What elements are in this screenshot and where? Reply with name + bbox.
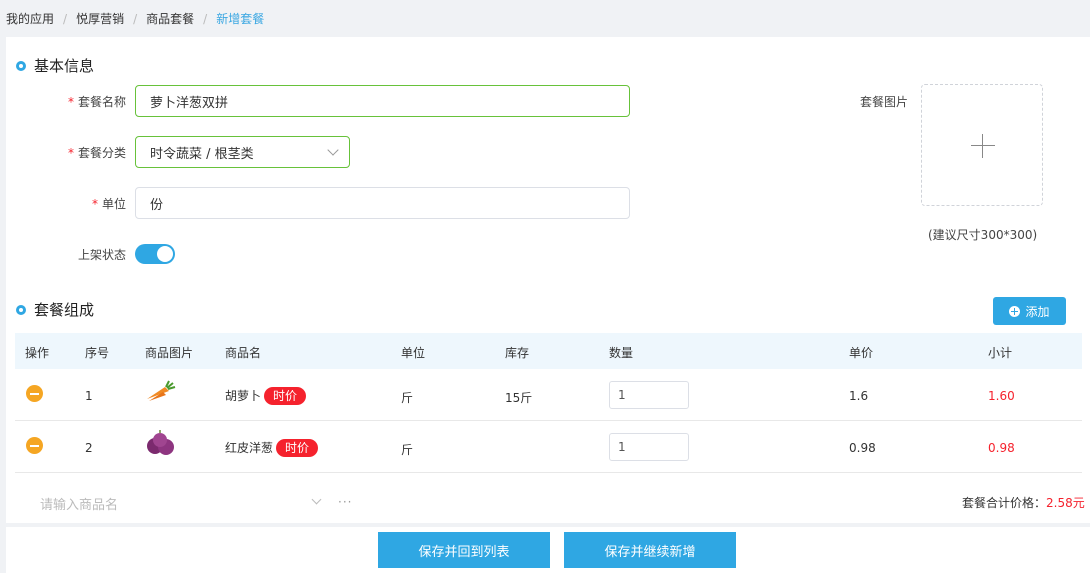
add-item-label: 添加 — [1025, 304, 1050, 319]
name-label: * 套餐名称 — [67, 95, 126, 109]
column-header: 序号 — [85, 346, 110, 360]
quantity-value: 1 — [618, 440, 626, 454]
table-header: 操作 序号 商品图片 商品名 单位 库存 数量 单价 小计 — [15, 333, 1082, 369]
row-stock: 15斤 — [505, 391, 533, 405]
unit-input-value: 份 — [150, 197, 164, 213]
category-label: * 套餐分类 — [67, 146, 126, 160]
table-row: 1 胡萝卜 时价 斤 15斤 1 1.6 1.60 — [15, 369, 1082, 421]
image-size-hint: (建议尺寸300*300) — [928, 228, 1038, 242]
plus-icon — [971, 145, 995, 146]
product-name: 胡萝卜 时价 — [225, 387, 307, 405]
onion-icon — [147, 430, 174, 455]
form-card: 基本信息 * 套餐名称 萝卜洋葱双拼 * 套餐分类 时令蔬菜 / 根茎类 * 单位 份… — [6, 37, 1090, 523]
row-subtotal: 1.60 — [988, 389, 1015, 403]
breadcrumb: 我的应用 / 悦厚营销 / 商品套餐 / 新增套餐 — [0, 0, 1090, 37]
unit-input[interactable]: 份 — [135, 187, 630, 219]
remove-row-button[interactable] — [26, 437, 43, 454]
breadcrumb-item-package[interactable]: 商品套餐 — [146, 10, 194, 27]
row-unit: 斤 — [401, 443, 414, 457]
product-name: 红皮洋葱 时价 — [225, 439, 319, 457]
image-label: 套餐图片 — [860, 95, 909, 109]
quantity-value: 1 — [618, 388, 626, 402]
status-toggle[interactable] — [135, 244, 175, 264]
status-label: 上架状态 — [77, 248, 126, 262]
row-index: 2 — [85, 441, 93, 455]
price-tag-badge: 时价 — [264, 387, 307, 405]
breadcrumb-separator: / — [63, 11, 68, 26]
carrot-icon — [147, 380, 176, 401]
column-header: 单价 — [849, 346, 874, 360]
category-select-value: 时令蔬菜 / 根茎类 — [150, 146, 254, 162]
product-search-input[interactable]: 请输入商品名 — [40, 494, 118, 513]
section-title-basic: 基本信息 — [16, 55, 94, 76]
name-input-value: 萝卜洋葱双拼 — [150, 95, 229, 111]
plus-icon-stroke — [982, 134, 983, 158]
breadcrumb-separator: / — [133, 11, 138, 26]
breadcrumb-item-marketing[interactable]: 悦厚营销 — [76, 10, 124, 27]
quantity-input[interactable]: 1 — [609, 381, 689, 409]
plus-circle-icon — [1009, 305, 1021, 317]
total-label: 套餐合计价格： — [962, 496, 1047, 510]
product-name-text: 红皮洋葱 — [225, 441, 274, 455]
breadcrumb-item-app[interactable]: 我的应用 — [6, 10, 54, 27]
image-upload[interactable] — [921, 84, 1043, 206]
toggle-knob — [157, 246, 173, 262]
more-icon[interactable]: ··· — [338, 495, 352, 509]
save-and-continue-button[interactable]: 保存并继续新增 — [564, 532, 736, 568]
row-price: 0.98 — [849, 441, 876, 455]
row-index: 1 — [85, 389, 93, 403]
row-unit: 斤 — [401, 391, 414, 405]
section-dot-icon — [16, 304, 26, 315]
footer-bar: 保存并回到列表 保存并继续新增 — [6, 527, 1090, 573]
column-header: 小计 — [988, 346, 1013, 360]
section-title-text: 套餐组成 — [34, 301, 95, 319]
column-header: 库存 — [505, 346, 530, 360]
chevron-down-icon — [327, 144, 339, 156]
column-header: 商品名 — [225, 346, 262, 360]
category-select[interactable]: 时令蔬菜 / 根茎类 — [135, 136, 350, 168]
table-row: 2 红皮洋葱 时价 斤 1 0.98 0.98 — [15, 421, 1082, 473]
section-title-text: 基本信息 — [34, 57, 95, 75]
section-dot-icon — [16, 60, 26, 71]
column-header: 单位 — [401, 346, 426, 360]
unit-label: * 单位 — [91, 197, 126, 211]
name-input[interactable]: 萝卜洋葱双拼 — [135, 85, 630, 117]
column-header: 商品图片 — [145, 346, 194, 360]
package-total: 套餐合计价格：2.58元 — [962, 494, 1085, 511]
breadcrumb-item-current: 新增套餐 — [216, 12, 265, 26]
column-header: 数量 — [609, 346, 634, 360]
save-and-return-button[interactable]: 保存并回到列表 — [378, 532, 550, 568]
column-header: 操作 — [25, 346, 50, 360]
breadcrumb-separator: / — [203, 11, 208, 26]
row-price: 1.6 — [849, 389, 869, 403]
section-title-composition: 套餐组成 — [16, 299, 94, 320]
remove-row-button[interactable] — [26, 385, 43, 402]
quantity-input[interactable]: 1 — [609, 433, 689, 461]
row-subtotal: 0.98 — [988, 441, 1015, 455]
add-item-button[interactable]: 添加 — [993, 297, 1066, 325]
product-name-text: 胡萝卜 — [225, 389, 262, 403]
price-tag-badge: 时价 — [276, 439, 319, 457]
chevron-down-icon[interactable] — [311, 494, 322, 505]
total-value: 2.58元 — [1046, 496, 1085, 510]
